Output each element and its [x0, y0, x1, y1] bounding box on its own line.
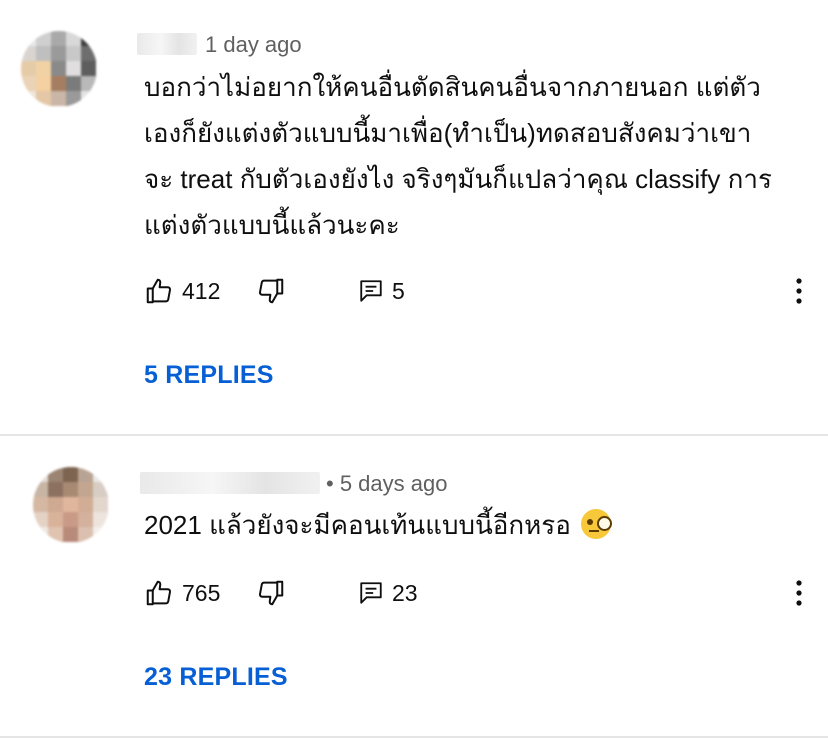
thumbs-down-icon: [258, 278, 284, 304]
more-vertical-icon: [796, 580, 802, 606]
comment-text-line: จะ treat กับตัวเองยังไง จริงๆมันก็แปลว่า…: [144, 164, 772, 194]
avatar[interactable]: [33, 467, 109, 543]
thumbs-down-icon: [258, 580, 284, 606]
dislike-button[interactable]: [256, 274, 286, 308]
comment-time: • 5 days ago: [326, 471, 448, 496]
reply-count: 23: [392, 579, 418, 606]
comment-text-line: แต่งตัวแบบนี้แล้วนะคะ: [144, 210, 400, 240]
comment-text: บอกว่าไม่อยากให้คนอื่นตัดสินคนอื่นจากภาย…: [144, 64, 809, 248]
view-replies-button[interactable]: 5 REPLIES: [144, 361, 274, 390]
face-with-monocle-icon: [580, 509, 612, 539]
like-count: 412: [182, 277, 221, 304]
dislike-button[interactable]: [256, 576, 286, 610]
comment-text: 2021 แล้วยังจะมีคอนเท้นแบบนี้อีกหรอ: [144, 502, 809, 548]
like-button[interactable]: 765: [144, 576, 220, 610]
comment-thread: 1 day ago บอกว่าไม่อยากให้คนอื่นตัดสินคน…: [0, 0, 828, 436]
comment-text-line: บอกว่าไม่อยากให้คนอื่นตัดสินคนอื่นจากภาย…: [144, 72, 761, 102]
comment-actions: 412 5: [144, 274, 804, 308]
comment-text-line: 2021 แล้วยังจะมีคอนเท้นแบบนี้อีกหรอ: [144, 502, 809, 548]
more-actions-button[interactable]: [789, 576, 809, 610]
author-name-redacted[interactable]: [140, 472, 320, 494]
comment-time: 1 day ago: [205, 32, 302, 57]
more-actions-button[interactable]: [789, 274, 809, 308]
comment-text-line: เองก็ยังแต่งตัวแบบนี้มาเพื่อ(ทำเป็น)ทดสอ…: [144, 118, 752, 148]
comment-text-content: 2021 แล้วยังจะมีคอนเท้นแบบนี้อีกหรอ: [144, 510, 571, 540]
comment-actions: 765 23: [144, 576, 804, 610]
like-button[interactable]: 412: [144, 274, 220, 308]
view-replies-button[interactable]: 23 REPLIES: [144, 663, 288, 692]
thumbs-up-icon: [146, 278, 172, 304]
avatar[interactable]: [21, 31, 97, 107]
comment-icon: [360, 582, 382, 604]
reply-button[interactable]: 5: [358, 274, 405, 308]
reply-button[interactable]: 23: [358, 576, 418, 610]
comment-icon: [360, 280, 382, 302]
author-name-redacted[interactable]: [137, 33, 197, 55]
comment-thread: • 5 days ago 2021 แล้วยังจะมีคอนเท้นแบบน…: [0, 436, 828, 738]
thumbs-up-icon: [146, 580, 172, 606]
like-count: 765: [182, 579, 221, 606]
reply-count: 5: [392, 277, 405, 304]
more-vertical-icon: [796, 278, 802, 304]
